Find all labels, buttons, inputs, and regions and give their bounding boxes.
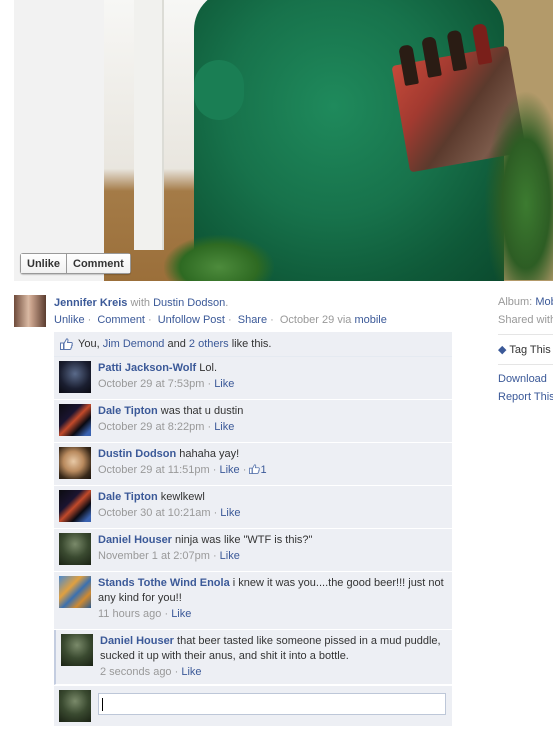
post-unfollow-link[interactable]: Unfollow Post bbox=[158, 314, 225, 326]
likes-summary: You, Jim Demond and 2 others like this. bbox=[54, 332, 452, 357]
album-label: Album: bbox=[498, 296, 533, 308]
photo-hand bbox=[194, 60, 244, 120]
comment-time: October 29 at 8:22pm bbox=[98, 421, 205, 433]
comment-item: Patti Jackson-Wolf Lol. October 29 at 7:… bbox=[54, 357, 452, 400]
post-via: via bbox=[337, 314, 352, 326]
commenter-avatar[interactable] bbox=[59, 533, 91, 565]
comment-time: 11 hours ago bbox=[98, 608, 162, 620]
commenter-avatar[interactable] bbox=[59, 447, 91, 479]
commenter-name[interactable]: Dale Tipton bbox=[98, 405, 158, 417]
post-comment-link[interactable]: Comment bbox=[97, 314, 145, 326]
comment-text: ninja was like "WTF is this?" bbox=[175, 534, 313, 546]
post-meta: Unlike · Comment · Unfollow Post · Share · O… bbox=[54, 314, 387, 326]
text-caret bbox=[102, 698, 103, 711]
author-name[interactable]: Jennifer Kreis bbox=[54, 297, 127, 309]
likes-suffix: like this. bbox=[231, 338, 272, 350]
commenter-name[interactable]: Dustin Dodson bbox=[98, 448, 176, 460]
likes-person-link[interactable]: Jim Demond bbox=[103, 338, 165, 350]
post-date: October 29 bbox=[279, 314, 335, 326]
shared-with: Shared with bbox=[498, 314, 553, 326]
photo-plant bbox=[164, 235, 274, 281]
tag-icon: ◆ bbox=[498, 344, 507, 356]
post-share-link[interactable]: Share bbox=[238, 314, 267, 326]
like-count-value: 1 bbox=[260, 464, 267, 476]
comment-text: was that u dustin bbox=[160, 405, 244, 417]
comment-time: 2 seconds ago bbox=[100, 666, 172, 678]
comment-like-link[interactable]: Like bbox=[181, 666, 201, 678]
download-link[interactable]: Download bbox=[498, 373, 553, 385]
album-row: Album: Mob bbox=[498, 296, 553, 308]
comment-item: Daniel Houser that beer tasted like some… bbox=[54, 630, 452, 685]
likes-others-link[interactable]: 2 others bbox=[189, 338, 229, 350]
thumbs-up-icon bbox=[249, 464, 261, 474]
commenter-avatar[interactable] bbox=[59, 404, 91, 436]
sidebar-divider-2 bbox=[498, 364, 553, 365]
commenter-name[interactable]: Dale Tipton bbox=[98, 491, 158, 503]
comment-text: Lol. bbox=[199, 362, 218, 374]
photo-comment-button[interactable]: Comment bbox=[66, 254, 130, 273]
author-line: Jennifer Kreis with Dustin Dodson. bbox=[54, 297, 228, 309]
photo-actions: Unlike Comment bbox=[20, 253, 131, 274]
comment-item: Dale Tipton kewlkewl October 30 at 10:21… bbox=[54, 486, 452, 529]
comment-item: Daniel Houser ninja was like "WTF is thi… bbox=[54, 529, 452, 572]
comment-text: kewlkewl bbox=[160, 491, 205, 503]
comment-like-link[interactable]: Like bbox=[214, 378, 234, 390]
tag-this-link[interactable]: Tag This bbox=[509, 344, 550, 356]
thumbs-up-icon bbox=[60, 338, 73, 350]
likes-and: and bbox=[167, 338, 186, 350]
likes-you: You, bbox=[78, 338, 100, 350]
comment-input[interactable] bbox=[98, 693, 446, 715]
tagged-name[interactable]: Dustin Dodson bbox=[153, 297, 225, 309]
comment-time: October 29 at 11:51pm bbox=[98, 464, 210, 476]
comment-like-link[interactable]: Like bbox=[220, 507, 240, 519]
commenter-avatar[interactable] bbox=[59, 576, 91, 608]
comment-time: October 29 at 7:53pm bbox=[98, 378, 205, 390]
photo-sidebar: Album: Mob Shared with ◆ Tag This Downlo… bbox=[498, 296, 553, 409]
photo[interactable] bbox=[14, 0, 553, 281]
commenter-name[interactable]: Stands Tothe Wind Enola bbox=[98, 577, 230, 589]
comment-like-link[interactable]: Like bbox=[214, 421, 234, 433]
commenter-name[interactable]: Daniel Houser bbox=[98, 534, 172, 546]
photo-plant-right bbox=[484, 90, 553, 280]
comment-like-count[interactable]: 1 bbox=[249, 464, 267, 476]
album-link[interactable]: Mob bbox=[535, 296, 553, 308]
commenter-avatar[interactable] bbox=[59, 361, 91, 393]
sidebar-divider bbox=[498, 334, 553, 335]
comment-time: October 30 at 10:21am bbox=[98, 507, 211, 519]
commenter-avatar[interactable] bbox=[61, 634, 93, 666]
comment-like-link[interactable]: Like bbox=[171, 608, 191, 620]
commenter-name[interactable]: Patti Jackson-Wolf bbox=[98, 362, 196, 374]
photo-door bbox=[134, 0, 164, 250]
comment-text: hahaha yay! bbox=[179, 448, 240, 460]
photo-unlike-button[interactable]: Unlike bbox=[21, 254, 67, 273]
report-link[interactable]: Report This bbox=[498, 391, 553, 403]
period: . bbox=[225, 297, 229, 309]
author-avatar[interactable] bbox=[14, 295, 46, 327]
with-text: with bbox=[130, 297, 150, 309]
commenter-name[interactable]: Daniel Houser bbox=[100, 635, 174, 647]
comment-item: Dustin Dodson hahaha yay! October 29 at … bbox=[54, 443, 452, 486]
tag-row[interactable]: ◆ Tag This bbox=[498, 343, 553, 356]
comment-feed: You, Jim Demond and 2 others like this. … bbox=[54, 332, 452, 726]
post-source-link[interactable]: mobile bbox=[354, 314, 386, 326]
commenter-avatar[interactable] bbox=[59, 490, 91, 522]
comment-item: Dale Tipton was that u dustin October 29… bbox=[54, 400, 452, 443]
reply-row bbox=[54, 686, 452, 726]
comment-time: November 1 at 2:07pm bbox=[98, 550, 210, 562]
viewer-avatar bbox=[59, 690, 91, 722]
comment-item: Stands Tothe Wind Enola i knew it was yo… bbox=[54, 572, 452, 630]
comment-like-link[interactable]: Like bbox=[220, 550, 240, 562]
comment-like-link[interactable]: Like bbox=[219, 464, 239, 476]
post-unlike-link[interactable]: Unlike bbox=[54, 314, 85, 326]
